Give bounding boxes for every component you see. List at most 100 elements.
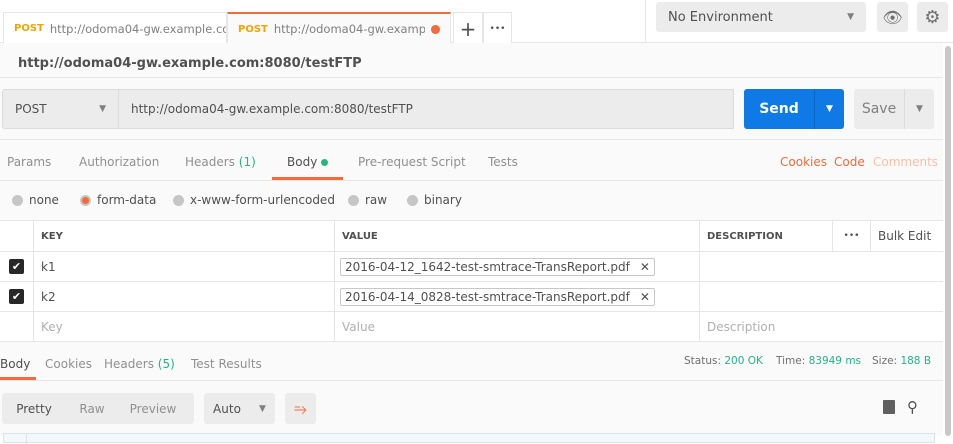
method-select[interactable]: POST ▼	[2, 89, 119, 129]
radio-binary[interactable]: binary	[407, 193, 462, 207]
divider	[0, 77, 943, 78]
wrap-lines-button[interactable]: ⥱	[285, 393, 316, 424]
bulk-edit-link[interactable]: Bulk Edit	[870, 221, 943, 251]
method-label: POST	[15, 102, 47, 116]
description-cell[interactable]	[699, 252, 943, 281]
checkbox-column-header	[0, 221, 33, 251]
remove-file-icon[interactable]: ✕	[640, 260, 650, 274]
value-cell[interactable]: 2016-04-14_0828-test-smtrace-TransReport…	[334, 282, 699, 311]
unsaved-dot-icon	[431, 24, 440, 34]
tab-method: POST	[238, 23, 268, 35]
response-headers-count: (5)	[157, 357, 175, 371]
view-pretty-button[interactable]: Pretty	[2, 402, 66, 416]
copy-icon[interactable]	[883, 400, 895, 414]
tab-body[interactable]: Body	[287, 155, 329, 169]
radio-none[interactable]: none	[12, 193, 59, 207]
table-row: ✔ k1 2016-04-12_1642-test-smtrace-TransR…	[0, 252, 943, 282]
chevron-down-icon: ▼	[259, 403, 266, 414]
radio-form-data[interactable]: form-data	[80, 193, 156, 207]
request-tab[interactable]: POST http://odoma04-gw.example.com:8080/…	[3, 12, 227, 44]
tab-method: POST	[14, 23, 44, 34]
description-cell[interactable]	[699, 282, 943, 311]
new-tab-button[interactable]: +	[453, 12, 483, 44]
description-input[interactable]: Description	[699, 312, 943, 341]
file-chip: 2016-04-14_0828-test-smtrace-TransReport…	[340, 287, 655, 306]
save-options-chevron-icon[interactable]: ▼	[904, 89, 934, 129]
code-link[interactable]: Code	[834, 155, 865, 169]
radio-label: x-www-form-urlencoded	[190, 193, 335, 207]
key-column-header: KEY	[33, 221, 334, 251]
view-mode-group: Pretty Raw Preview	[2, 393, 194, 424]
send-button[interactable]: Send ▼	[744, 89, 844, 129]
radio-label: binary	[424, 193, 462, 207]
scrollbar[interactable]	[945, 46, 951, 436]
response-tab-body[interactable]: Body	[0, 357, 30, 371]
value-cell[interactable]: 2016-04-12_1642-test-smtrace-TransReport…	[334, 252, 699, 281]
radio-icon	[407, 194, 418, 206]
radio-label: raw	[365, 193, 388, 207]
gear-icon: ⚙	[924, 6, 941, 28]
key-cell[interactable]: k2	[33, 282, 334, 311]
status-value: 200 OK	[724, 355, 763, 367]
active-tab-underline	[0, 377, 36, 380]
time-value: 83949 ms	[808, 355, 862, 367]
tab-headers[interactable]: Headers (1)	[185, 155, 256, 169]
view-raw-button[interactable]: Raw	[66, 402, 118, 416]
send-label: Send	[759, 101, 799, 117]
cookies-link[interactable]: Cookies	[780, 155, 827, 169]
url-input[interactable]: http://odoma04-gw.example.com:8080/testF…	[119, 89, 734, 129]
time-readout: Time: 83949 ms	[776, 355, 861, 367]
radio-label: none	[29, 193, 59, 207]
checkbox-cell	[0, 312, 33, 341]
tab-more-button[interactable]: •••	[483, 12, 512, 44]
search-icon[interactable]: ⚲	[907, 398, 918, 416]
checkbox-checked-icon[interactable]: ✔	[9, 259, 24, 274]
request-title: http://odoma04-gw.example.com:8080/testF…	[18, 56, 362, 71]
view-preview-button[interactable]: Preview	[118, 402, 188, 416]
value-input[interactable]: Value	[334, 312, 699, 341]
format-select[interactable]: Auto ▼	[204, 393, 275, 424]
description-column-header: DESCRIPTION	[699, 221, 832, 251]
response-tab-cookies[interactable]: Cookies	[45, 357, 92, 371]
table-row: ✔ k2 2016-04-14_0828-test-smtrace-TransR…	[0, 282, 943, 312]
environment-settings-button[interactable]: ⚙	[917, 2, 948, 32]
checkbox-cell: ✔	[0, 282, 33, 311]
checkbox-checked-icon[interactable]: ✔	[9, 289, 24, 304]
response-body	[3, 433, 935, 444]
remove-file-icon[interactable]: ✕	[640, 290, 650, 304]
tab-pre-request-script[interactable]: Pre-request Script	[358, 155, 466, 169]
radio-x-www-form-urlencoded[interactable]: x-www-form-urlencoded	[173, 193, 335, 207]
table-more-button[interactable]: •••	[832, 221, 870, 251]
time-label: Time:	[776, 355, 806, 367]
file-chip: 2016-04-12_1642-test-smtrace-TransReport…	[340, 257, 655, 276]
headers-count: (1)	[238, 155, 256, 169]
environment-quick-look-button[interactable]: 👁	[877, 2, 908, 32]
save-label: Save	[861, 101, 897, 117]
tab-title: http://odoma04-gw.example.com:8080/testF…	[273, 22, 426, 36]
tab-params[interactable]: Params	[7, 155, 51, 169]
radio-selected-icon	[80, 194, 91, 206]
size-label: Size:	[872, 355, 898, 367]
chevron-down-icon: ▼	[847, 12, 854, 22]
key-input[interactable]: Key	[33, 312, 334, 341]
request-tab-active[interactable]: POST http://odoma04-gw.example.com:8080/…	[227, 12, 451, 44]
environment-label: No Environment	[668, 9, 773, 25]
response-tab-headers[interactable]: Headers (5)	[104, 357, 175, 371]
environment-select[interactable]: No Environment ▼	[656, 2, 866, 32]
tab-title: http://odoma04-gw.example.com:8080/testF…	[49, 21, 226, 36]
key-cell[interactable]: k1	[33, 252, 334, 281]
response-tab-test-results[interactable]: Test Results	[191, 357, 262, 371]
status-readout: Status: 200 OK	[684, 355, 763, 367]
tab-headers-label: Headers	[185, 155, 235, 169]
send-options-chevron-icon[interactable]: ▼	[814, 89, 844, 129]
response-tab-headers-label: Headers	[104, 357, 154, 371]
radio-label: form-data	[97, 193, 157, 207]
save-button[interactable]: Save ▼	[854, 89, 934, 129]
comments-link[interactable]: Comments	[873, 155, 938, 169]
radio-icon	[12, 194, 23, 206]
tab-tests[interactable]: Tests	[488, 155, 518, 169]
tab-authorization[interactable]: Authorization	[79, 155, 159, 169]
file-name: 2016-04-12_1642-test-smtrace-TransReport…	[345, 259, 630, 274]
size-readout: Size: 188 B	[872, 355, 931, 367]
radio-raw[interactable]: raw	[348, 193, 387, 207]
